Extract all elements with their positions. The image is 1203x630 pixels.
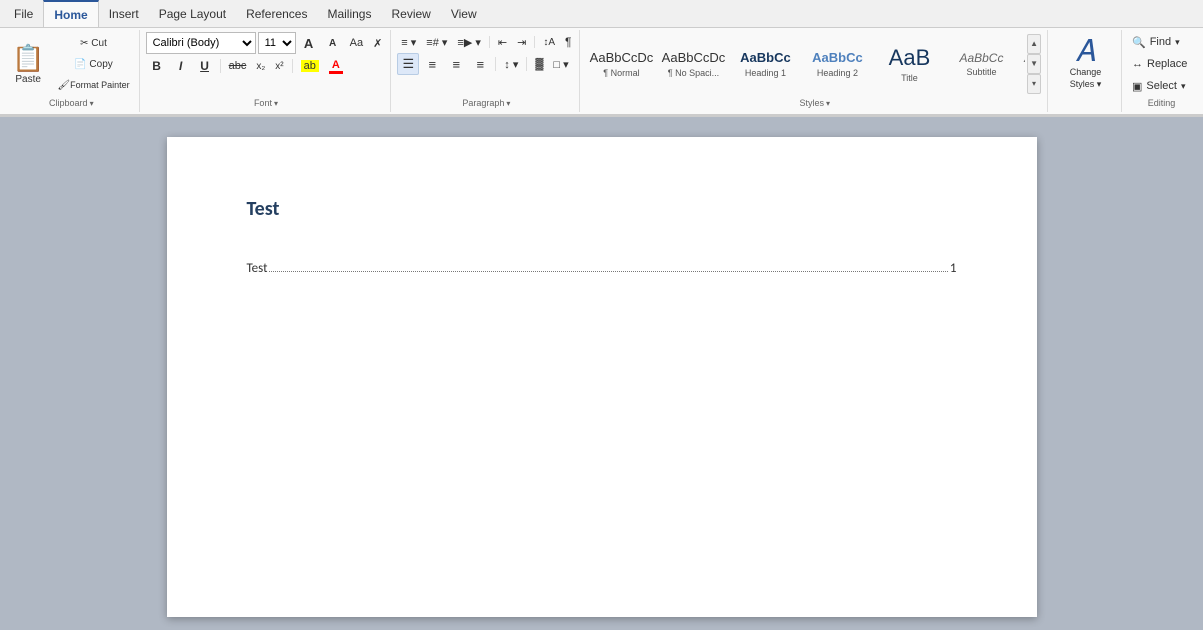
style-heading2-label: Heading 2 <box>817 68 858 78</box>
multilevel-list-button[interactable]: ≡▶ ▾ <box>453 32 484 52</box>
copy-button[interactable]: 📄 Copy <box>52 54 134 74</box>
style-subtitle-label: Subtitle <box>966 67 996 77</box>
italic-button[interactable]: I <box>170 55 192 77</box>
tab-mailings[interactable]: Mailings <box>317 0 381 27</box>
tab-insert[interactable]: Insert <box>99 0 149 27</box>
replace-label: Replace <box>1147 58 1187 70</box>
style-normal[interactable]: AaBbCcDc ¶ Normal <box>586 32 656 96</box>
font-group-label: Font▾ <box>146 96 387 110</box>
gallery-scroll-up[interactable]: ▲ <box>1027 34 1041 54</box>
cut-button[interactable]: ✂ Cut <box>52 33 134 53</box>
select-label: Select <box>1146 80 1177 92</box>
tab-references[interactable]: References <box>236 0 317 27</box>
paragraph-group-label: Paragraph▾ <box>397 96 575 110</box>
show-hide-button[interactable]: ¶ <box>561 32 575 52</box>
subscript-button[interactable]: x₂ <box>252 56 269 76</box>
text-highlight-button[interactable]: ab <box>297 56 323 76</box>
tab-review[interactable]: Review <box>381 0 440 27</box>
borders-button[interactable]: □ ▾ <box>549 54 572 74</box>
style-no-spacing-preview: AaBbCcDc <box>662 50 726 66</box>
tab-home[interactable]: Home <box>43 0 98 27</box>
document-area: Test Test 1 <box>0 117 1203 629</box>
style-heading1-preview: AaBbCc <box>740 50 791 66</box>
bold-button[interactable]: B <box>146 55 168 77</box>
style-subtitle-preview: AaBbCc <box>959 51 1003 65</box>
change-case-button[interactable]: Aa <box>346 33 367 53</box>
toc-entry-text: Test <box>247 261 268 276</box>
grow-font-button[interactable]: A <box>298 32 320 54</box>
change-styles-label: Change Styles ▾ <box>1070 67 1102 90</box>
document-heading[interactable]: Test <box>247 197 957 221</box>
align-center-button[interactable]: ≡ <box>421 53 443 75</box>
superscript-button[interactable]: x² <box>271 56 287 76</box>
gallery-expand[interactable]: ▾ <box>1027 74 1041 94</box>
clipboard-group-label: Clipboard▾ <box>8 96 135 110</box>
select-icon: ▣ <box>1132 80 1142 93</box>
style-no-spacing-label: ¶ No Spaci... <box>668 68 719 78</box>
document-page: Test Test 1 <box>167 137 1037 617</box>
shading-button[interactable]: ▓ <box>531 54 547 74</box>
clear-format-button[interactable]: ✗ <box>369 33 386 53</box>
strikethrough-button[interactable]: abc <box>225 56 251 76</box>
toc-entry-page: 1 <box>950 261 957 276</box>
editing-group-label: Editing <box>1128 96 1195 110</box>
style-heading2-preview: AaBbCc <box>812 50 863 66</box>
style-heading1-label: Heading 1 <box>745 68 786 78</box>
replace-button[interactable]: ↔ Replace <box>1128 54 1195 74</box>
tab-view[interactable]: View <box>441 0 487 27</box>
numbering-button[interactable]: ≡# ▾ <box>422 32 451 52</box>
justify-button[interactable]: ≡ <box>469 53 491 75</box>
increase-indent-button[interactable]: ⇥ <box>513 32 530 52</box>
toc-entry: Test 1 <box>247 261 957 276</box>
underline-button[interactable]: U <box>194 55 216 77</box>
format-painter-button[interactable]: 🖌 Format Painter <box>52 75 134 95</box>
replace-icon: ↔ <box>1132 58 1143 70</box>
select-button[interactable]: ▣ Select ▾ <box>1128 76 1195 96</box>
style-heading2[interactable]: AaBbCc Heading 2 <box>802 32 872 96</box>
line-spacing-button[interactable]: ↕ ▾ <box>500 54 522 74</box>
shrink-font-button[interactable]: A <box>322 32 344 54</box>
style-normal-preview: AaBbCcDc <box>590 50 654 66</box>
style-normal-label: ¶ Normal <box>603 68 639 78</box>
align-right-button[interactable]: ≡ <box>445 53 467 75</box>
find-button[interactable]: 🔍 Find ▾ <box>1128 32 1195 52</box>
sort-button[interactable]: ↕A <box>539 32 559 52</box>
paste-button[interactable]: 📋 Paste <box>8 38 48 90</box>
find-icon: 🔍 <box>1132 36 1146 49</box>
find-label: Find <box>1150 36 1171 48</box>
style-no-spacing[interactable]: AaBbCcDc ¶ No Spaci... <box>658 32 728 96</box>
change-styles-icon: 𝐴 <box>1076 37 1096 67</box>
font-color-button[interactable]: A <box>325 56 347 76</box>
format-painter-label: Format Painter <box>70 80 130 90</box>
font-size-select[interactable]: 11 <box>258 32 296 54</box>
style-title[interactable]: AaB Title <box>874 32 944 96</box>
font-name-select[interactable]: Calibri (Body) <box>146 32 256 54</box>
align-left-button[interactable]: ☰ <box>397 53 419 75</box>
style-subtitle[interactable]: AaBbCc Subtitle <box>946 32 1016 96</box>
tab-page-layout[interactable]: Page Layout <box>149 0 236 27</box>
bullets-button[interactable]: ≡ ▾ <box>397 32 420 52</box>
styles-group-label: Styles▾ <box>586 96 1043 110</box>
style-title-label: Title <box>901 73 918 83</box>
style-heading1[interactable]: AaBbCc Heading 1 <box>730 32 800 96</box>
style-subtle-em[interactable]: AaBbCcDc Subtle Em... <box>1018 32 1025 96</box>
decrease-indent-button[interactable]: ⇤ <box>494 32 511 52</box>
change-styles-button[interactable]: 𝐴 Change Styles ▾ <box>1058 35 1113 93</box>
style-title-preview: AaB <box>889 45 931 71</box>
tab-file[interactable]: File <box>4 0 43 27</box>
gallery-scroll-down[interactable]: ▼ <box>1027 54 1041 74</box>
